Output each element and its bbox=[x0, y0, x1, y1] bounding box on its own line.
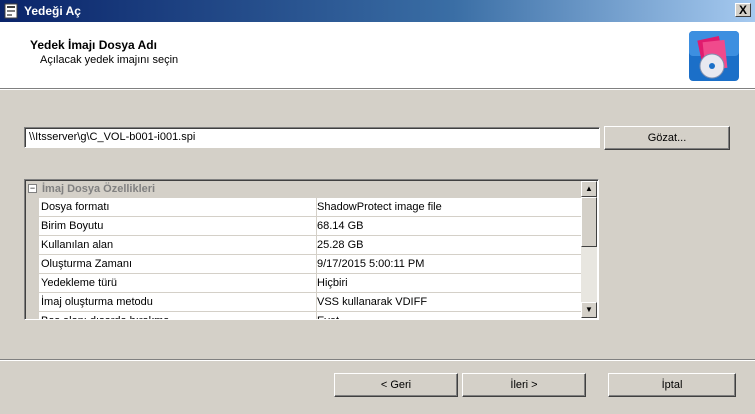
property-row[interactable]: İmaj oluşturma metodu VSS kullanarak VDIF… bbox=[26, 293, 583, 312]
scroll-thumb[interactable] bbox=[581, 197, 597, 247]
page-subtitle: Açılacak yedek imajını seçin bbox=[40, 54, 179, 66]
app-icon bbox=[4, 3, 18, 19]
window-title: Yedeği Aç bbox=[24, 4, 81, 18]
row-gutter bbox=[26, 312, 39, 319]
property-row[interactable]: Yedekleme türü Hiçbiri bbox=[26, 274, 583, 293]
row-gutter bbox=[26, 198, 39, 216]
properties-group-title: İmaj Dosya Özellikleri bbox=[42, 183, 156, 195]
footer-divider-highlight bbox=[0, 360, 755, 361]
backup-disc-icon bbox=[689, 31, 739, 81]
row-gutter bbox=[26, 274, 39, 292]
close-button[interactable]: X bbox=[735, 3, 751, 17]
properties-rows: Dosya formatı ShadowProtect image file Bir… bbox=[26, 198, 584, 319]
image-path-input[interactable]: \\Itsserver\g\C_VOL-b001-i001.spi bbox=[24, 127, 600, 148]
property-value: 25.28 GB bbox=[317, 239, 364, 251]
title-bar: Yedeği Aç X bbox=[0, 0, 755, 22]
property-row[interactable]: Dosya formatı ShadowProtect image file bbox=[26, 198, 583, 217]
property-value: Evet bbox=[316, 312, 584, 319]
property-value: Hiçbiri bbox=[317, 277, 348, 289]
image-properties-grid: − İmaj Dosya Özellikleri Dosya formatı Sh… bbox=[24, 179, 599, 320]
row-gutter bbox=[26, 217, 39, 235]
scroll-up-button[interactable]: ▲ bbox=[581, 181, 597, 197]
property-name: İmaj oluşturma metodu bbox=[39, 293, 317, 311]
header-divider bbox=[0, 89, 755, 90]
property-value: 68.14 GB bbox=[317, 220, 364, 232]
property-value: 9/17/2015 5:00:11 PM bbox=[317, 258, 425, 270]
property-name: Yedekleme türü bbox=[39, 274, 317, 292]
collapse-icon[interactable]: − bbox=[28, 184, 37, 193]
property-row[interactable]: Birim Boyutu 68.14 GB bbox=[26, 217, 583, 236]
row-gutter bbox=[26, 293, 39, 311]
wizard-header: Yedek İmajı Dosya Adı Açılacak yedek ima… bbox=[0, 22, 755, 89]
property-row[interactable]: Oluşturma Zamanı 9/17/2015 5:00:11 PM bbox=[26, 255, 583, 274]
next-button[interactable]: İleri > bbox=[462, 373, 586, 397]
back-button[interactable]: < Geri bbox=[334, 373, 458, 397]
page-title: Yedek İmajı Dosya Adı bbox=[30, 38, 157, 52]
properties-scrollbar[interactable]: ▲ ▼ bbox=[581, 181, 597, 318]
property-name: Boş alanı dışarda bırakma bbox=[39, 312, 317, 319]
cancel-button[interactable]: İptal bbox=[608, 373, 736, 397]
row-gutter bbox=[26, 236, 39, 254]
property-name: Birim Boyutu bbox=[39, 217, 317, 235]
property-row[interactable]: Kullanılan alan 25.28 GB bbox=[26, 236, 583, 255]
row-gutter bbox=[26, 255, 39, 273]
browse-button[interactable]: Gözat... bbox=[604, 126, 730, 150]
property-value: VSS kullanarak VDIFF bbox=[317, 296, 428, 308]
property-row[interactable]: Boş alanı dışarda bırakmaEvet bbox=[26, 312, 584, 319]
property-name: Dosya formatı bbox=[39, 198, 317, 216]
property-value: ShadowProtect image file bbox=[317, 201, 442, 213]
scroll-down-button[interactable]: ▼ bbox=[581, 302, 597, 318]
property-name: Oluşturma Zamanı bbox=[39, 255, 317, 273]
properties-group-header[interactable]: − İmaj Dosya Özellikleri bbox=[26, 181, 583, 198]
property-name: Kullanılan alan bbox=[39, 236, 317, 254]
